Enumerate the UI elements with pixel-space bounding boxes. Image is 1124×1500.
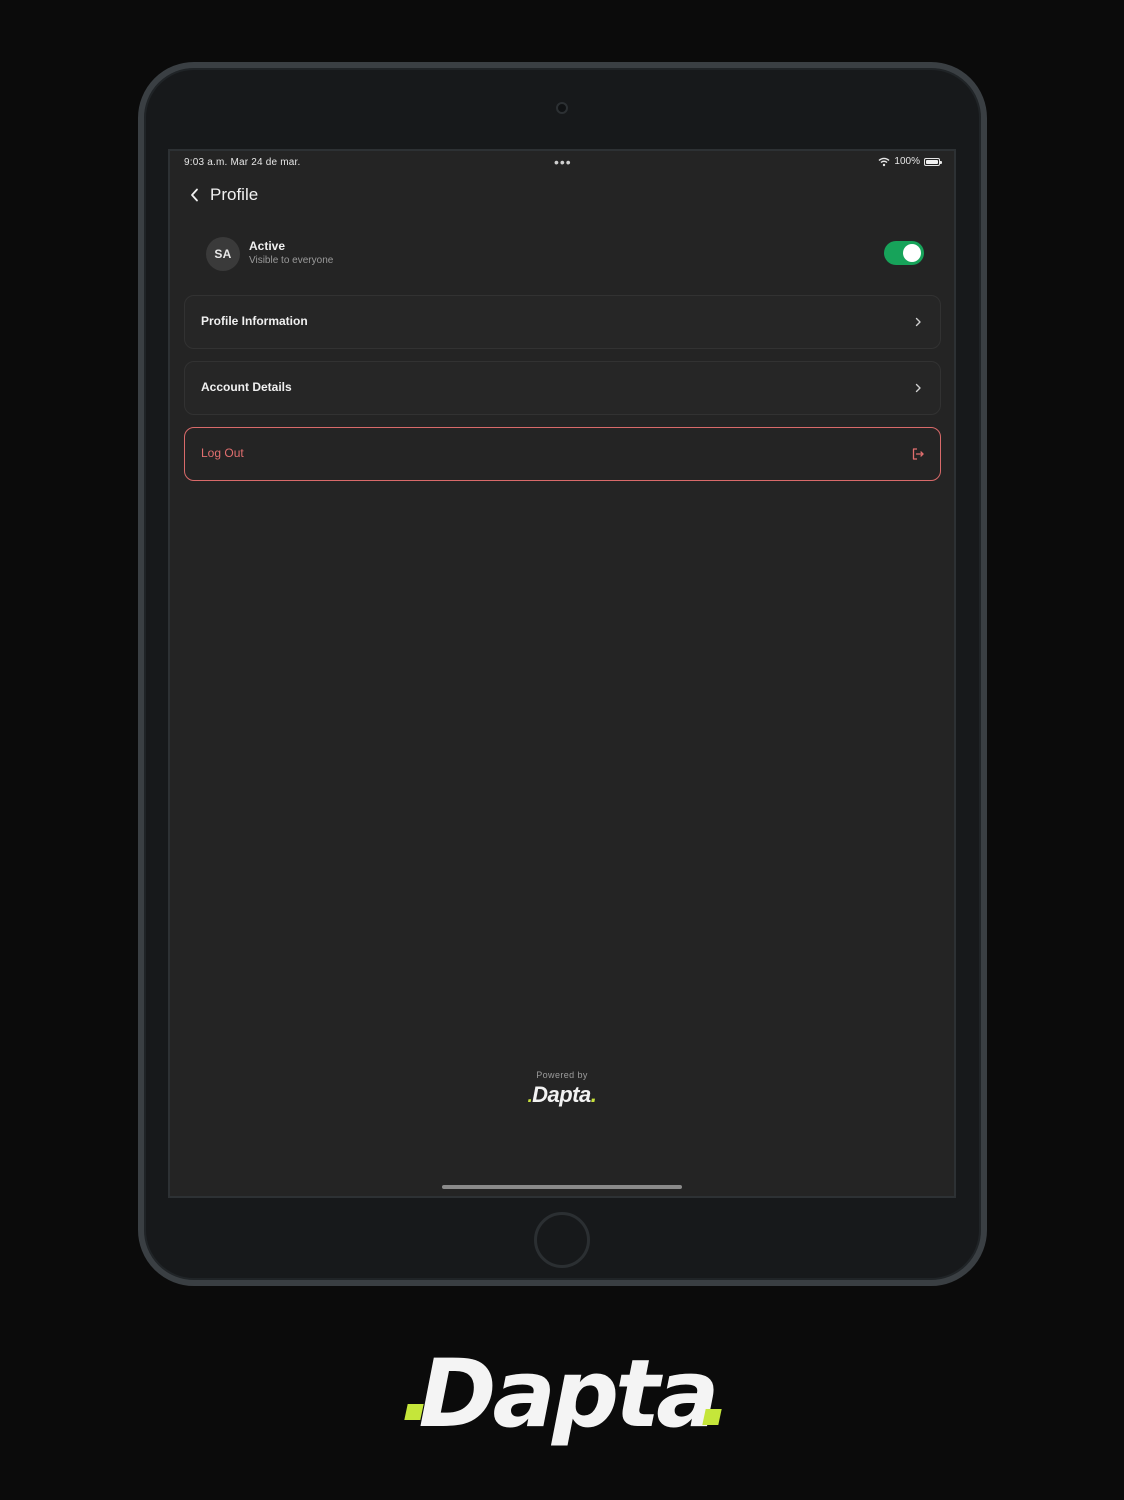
- status-subtitle: Visible to everyone: [249, 255, 334, 266]
- page-header: Profile: [184, 183, 258, 207]
- log-out-button[interactable]: Log Out: [184, 427, 941, 481]
- home-button[interactable]: [534, 1212, 590, 1268]
- log-out-label: Log Out: [201, 446, 244, 460]
- status-title: Active: [249, 239, 286, 253]
- battery-percent: 100%: [894, 156, 920, 167]
- account-details-item[interactable]: Account Details: [184, 361, 941, 415]
- home-indicator[interactable]: [442, 1185, 682, 1189]
- camera-icon: [556, 102, 568, 114]
- app-screen: 9:03 a.m. Mar 24 de mar. ••• 100% Profil…: [168, 149, 956, 1198]
- status-indicators: 100%: [878, 156, 942, 167]
- visibility-status-row: SA Active Visible to everyone: [206, 237, 924, 271]
- dapta-footer-logo: .Dapta.: [528, 1082, 597, 1108]
- powered-by-label: Powered by: [536, 1070, 588, 1080]
- menu-label: Account Details: [201, 380, 292, 394]
- status-bar: 9:03 a.m. Mar 24 de mar. ••• 100%: [170, 151, 954, 175]
- avatar: SA: [206, 237, 240, 271]
- page-title: Profile: [210, 185, 259, 204]
- wifi-icon: [878, 157, 890, 166]
- multitask-dots-icon[interactable]: •••: [554, 154, 572, 170]
- back-button[interactable]: [184, 184, 206, 206]
- brand-dot-right-icon: [702, 1409, 722, 1425]
- chevron-right-icon: [910, 314, 926, 330]
- chevron-right-icon: [910, 380, 926, 396]
- profile-information-item[interactable]: Profile Information: [184, 295, 941, 349]
- battery-icon: [924, 157, 942, 166]
- logo-dot-icon: .: [590, 1082, 597, 1107]
- chevron-left-icon: [191, 188, 198, 202]
- brand-logo-text: Dapta: [418, 1340, 719, 1449]
- toggle-knob: [903, 244, 921, 262]
- brand-logo: Dapta: [402, 1335, 732, 1455]
- footer-logo-text: Dapta: [532, 1082, 591, 1107]
- logout-icon: [910, 446, 926, 462]
- menu-label: Profile Information: [201, 314, 308, 328]
- visibility-toggle[interactable]: [884, 241, 924, 265]
- powered-by-footer: Powered by .Dapta.: [170, 1070, 954, 1108]
- stage: 9:03 a.m. Mar 24 de mar. ••• 100% Profil…: [0, 0, 1124, 1500]
- status-time: 9:03 a.m. Mar 24 de mar.: [184, 157, 301, 168]
